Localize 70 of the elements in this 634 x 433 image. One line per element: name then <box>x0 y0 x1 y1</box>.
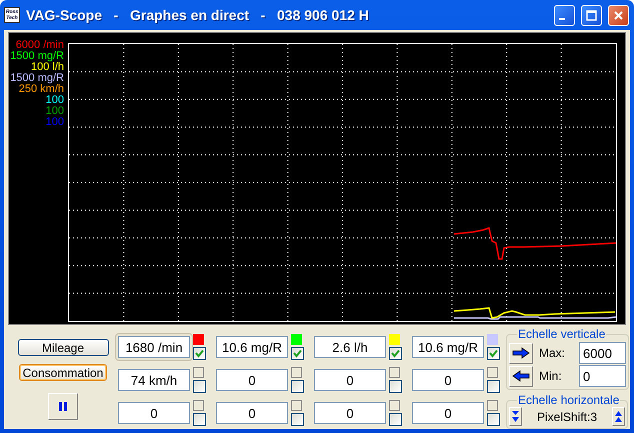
color-swatch[interactable] <box>389 367 400 378</box>
value-field: 0 <box>412 402 484 424</box>
close-button[interactable] <box>608 4 629 26</box>
scale-label: 100 <box>46 117 64 128</box>
checkbox[interactable] <box>389 380 402 393</box>
value-field: 74 km/h <box>118 369 190 391</box>
checkbox[interactable] <box>291 347 304 360</box>
mileage-button[interactable]: Mileage <box>18 339 108 356</box>
checkbox[interactable] <box>487 380 500 393</box>
scale-label: 6000 /min <box>16 40 64 51</box>
checkbox[interactable] <box>291 413 304 426</box>
group-title: Echelle verticale <box>517 327 606 341</box>
right-arrow-button[interactable] <box>509 342 533 364</box>
window-title: VAG-Scope - Graphes en direct - 038 906 012 H <box>26 7 370 23</box>
color-swatch[interactable] <box>291 367 302 378</box>
color-swatch[interactable] <box>291 400 302 411</box>
checkbox[interactable] <box>487 347 500 360</box>
value-field: 10.6 mg/R <box>216 336 288 358</box>
field-label: Min: <box>539 369 563 383</box>
left-arrow-button[interactable] <box>509 366 533 386</box>
input-field[interactable]: 6000 <box>579 342 626 364</box>
pause-icon <box>59 402 67 411</box>
value-field: 1680 /min <box>118 336 190 358</box>
value-field: 0 <box>314 369 386 391</box>
down-arrows-icon <box>512 410 519 423</box>
maximize-icon <box>585 8 598 22</box>
color-swatch[interactable] <box>487 334 498 345</box>
color-swatch[interactable] <box>291 334 302 345</box>
value-field: 0 <box>314 402 386 424</box>
value-field: 10.6 mg/R <box>412 336 484 358</box>
scale-label: 100 <box>46 95 64 106</box>
scale-label: 100 <box>46 106 64 117</box>
increase-button[interactable] <box>612 407 625 426</box>
maximize-button[interactable] <box>581 4 602 26</box>
right-arrow-icon <box>512 347 530 359</box>
pause-button[interactable] <box>48 393 78 420</box>
checkbox[interactable] <box>487 413 500 426</box>
color-swatch[interactable] <box>389 334 400 345</box>
left-arrow-icon <box>512 370 530 382</box>
value-field: 0 <box>412 369 484 391</box>
pixel-shift-value: PixelShift:3 <box>536 410 598 424</box>
value-field: 0 <box>216 369 288 391</box>
checkbox[interactable] <box>193 380 206 393</box>
minimize-icon <box>559 18 565 20</box>
value-field: 0 <box>118 402 190 424</box>
scale-label: 100 l/h <box>30 62 64 73</box>
scale-label: 1500 mg/R <box>10 51 64 62</box>
checkbox[interactable] <box>389 347 402 360</box>
scale-label: 250 km/h <box>18 84 64 95</box>
consumption-button[interactable]: Consommation <box>19 364 107 381</box>
checkbox[interactable] <box>193 413 206 426</box>
checkbox[interactable] <box>291 380 304 393</box>
input-field[interactable]: 0 <box>579 365 626 387</box>
up-arrows-icon <box>615 410 622 423</box>
minimize-button[interactable] <box>554 4 575 26</box>
scale-label: 1500 mg/R <box>10 73 64 84</box>
checkbox[interactable] <box>193 347 206 360</box>
color-swatch[interactable] <box>487 400 498 411</box>
field-label: Max: <box>539 346 566 360</box>
value-field: 2.6 l/h <box>314 336 386 358</box>
close-icon <box>612 8 625 22</box>
checkbox[interactable] <box>389 413 402 426</box>
color-swatch[interactable] <box>389 400 400 411</box>
color-swatch[interactable] <box>193 400 204 411</box>
value-field: 0 <box>216 402 288 424</box>
decrease-button[interactable] <box>509 407 522 426</box>
color-swatch[interactable] <box>487 367 498 378</box>
color-swatch[interactable] <box>193 334 204 345</box>
color-swatch[interactable] <box>193 367 204 378</box>
group-title: Echelle horizontale <box>517 393 620 407</box>
